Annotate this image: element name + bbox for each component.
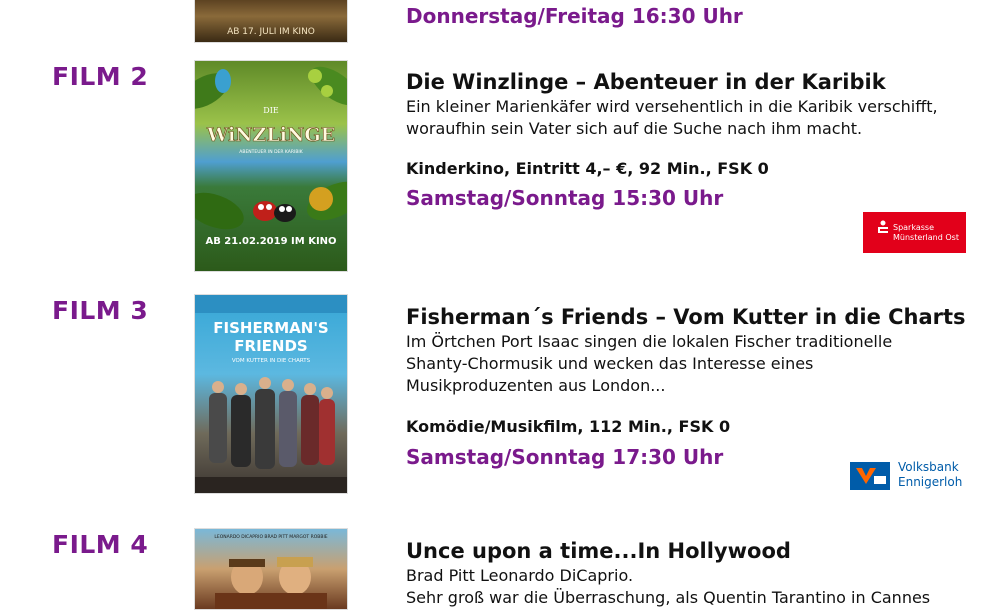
- film-3-poster-art: FISHERMAN'S FRIENDS VOM KUTTER IN DIE CH…: [195, 295, 347, 493]
- film-2-desc-line: woraufhin sein Vater sich auf die Suche …: [406, 119, 863, 138]
- film-2-label: FILM 2: [52, 62, 149, 91]
- film-3-title: Fisherman´s Friends – Vom Kutter in die …: [406, 305, 966, 329]
- film-4-info: Unce upon a time...In Hollywood Brad Pit…: [406, 539, 986, 609]
- film-2-poster-release: AB 21.02.2019 IM KINO: [205, 236, 336, 247]
- film-4-poster-names: LEONARDO DICAPRIO BRAD PITT MARGOT ROBBI…: [214, 534, 327, 540]
- film-3-poster-subtitle: VOM KUTTER IN DIE CHARTS: [232, 358, 311, 364]
- film-2-title: Die Winzlinge – Abenteuer in der Karibik: [406, 70, 886, 94]
- film-2-desc-line: Ein kleiner Marienkäfer wird versehentli…: [406, 97, 938, 116]
- film-1-poster: AB 17. JULI IM KINO: [194, 0, 348, 43]
- film-4-poster: LEONARDO DICAPRIO BRAD PITT MARGOT ROBBI…: [194, 528, 348, 610]
- film-3-description: Im Örtchen Port Isaac singen die lokalen…: [406, 331, 986, 397]
- film-4-desc-line: Sehr groß war die Überraschung, als Quen…: [406, 588, 931, 607]
- film-4-title: Unce upon a time...In Hollywood: [406, 539, 791, 563]
- film-4-label: FILM 4: [52, 530, 149, 559]
- volksbank-line2: Ennigerloh: [898, 475, 963, 489]
- film-3-poster-title-1: FISHERMAN'S: [213, 319, 328, 337]
- film-2-poster: DIE WiNZLiNGE ABENTEUER IN DER KARIBIK A…: [194, 60, 348, 272]
- film-2-poster-art: DIE WiNZLiNGE ABENTEUER IN DER KARIBIK A…: [195, 66, 347, 247]
- volksbank-emblem-icon: [850, 462, 890, 490]
- volksbank-name: Volksbank Ennigerloh: [898, 460, 962, 490]
- film-1-showtime: Donnerstag/Freitag 16:30 Uhr: [406, 4, 743, 28]
- film-2-poster-title-top: DIE: [263, 106, 279, 115]
- sparkasse-line2: Münsterland Ost: [893, 233, 959, 242]
- film-4-description: Brad Pitt Leonardo DiCaprio. Sehr groß w…: [406, 565, 986, 609]
- sparkasse-s-icon: [878, 220, 888, 233]
- volksbank-line1: Volksbank: [898, 460, 959, 474]
- film-3-info: Fisherman´s Friends – Vom Kutter in die …: [406, 305, 986, 469]
- film-4-desc-line: Brad Pitt Leonardo DiCaprio.: [406, 566, 634, 585]
- film-3-meta: Komödie/Musikfilm, 112 Min., FSK 0: [406, 417, 731, 436]
- film-3-desc-line: Im Örtchen Port Isaac singen die lokalen…: [406, 332, 893, 351]
- sparkasse-name: Sparkasse Münsterland Ost: [893, 223, 959, 243]
- film-3-desc-line: Musikproduzenten aus London...: [406, 376, 666, 395]
- film-4-poster-art: LEONARDO DICAPRIO BRAD PITT MARGOT ROBBI…: [214, 534, 328, 609]
- film-2-poster-title: WiNZLiNGE: [206, 124, 335, 146]
- volksbank-logo: Volksbank Ennigerloh: [850, 460, 970, 492]
- sparkasse-logo: Sparkasse Münsterland Ost: [863, 212, 966, 253]
- film-3-label: FILM 3: [52, 296, 149, 325]
- film-3-poster: FISHERMAN'S FRIENDS VOM KUTTER IN DIE CH…: [194, 294, 348, 494]
- film-2-showtime: Samstag/Sonntag 15:30 Uhr: [406, 186, 724, 210]
- film-2-poster-subtitle: ABENTEUER IN DER KARIBIK: [239, 149, 303, 155]
- film-2-meta: Kinderkino, Eintritt 4,– €, 92 Min., FSK…: [406, 159, 769, 178]
- film-2-description: Ein kleiner Marienkäfer wird versehentli…: [406, 96, 986, 140]
- film-3-desc-line: Shanty-Chormusik und wecken das Interess…: [406, 354, 814, 373]
- poster-caption: AB 17. JULI IM KINO: [227, 27, 315, 37]
- sparkasse-line1: Sparkasse: [893, 223, 934, 232]
- film-3-poster-title-2: FRIENDS: [234, 337, 307, 355]
- film-2-info: Die Winzlinge – Abenteuer in der Karibik…: [406, 70, 986, 210]
